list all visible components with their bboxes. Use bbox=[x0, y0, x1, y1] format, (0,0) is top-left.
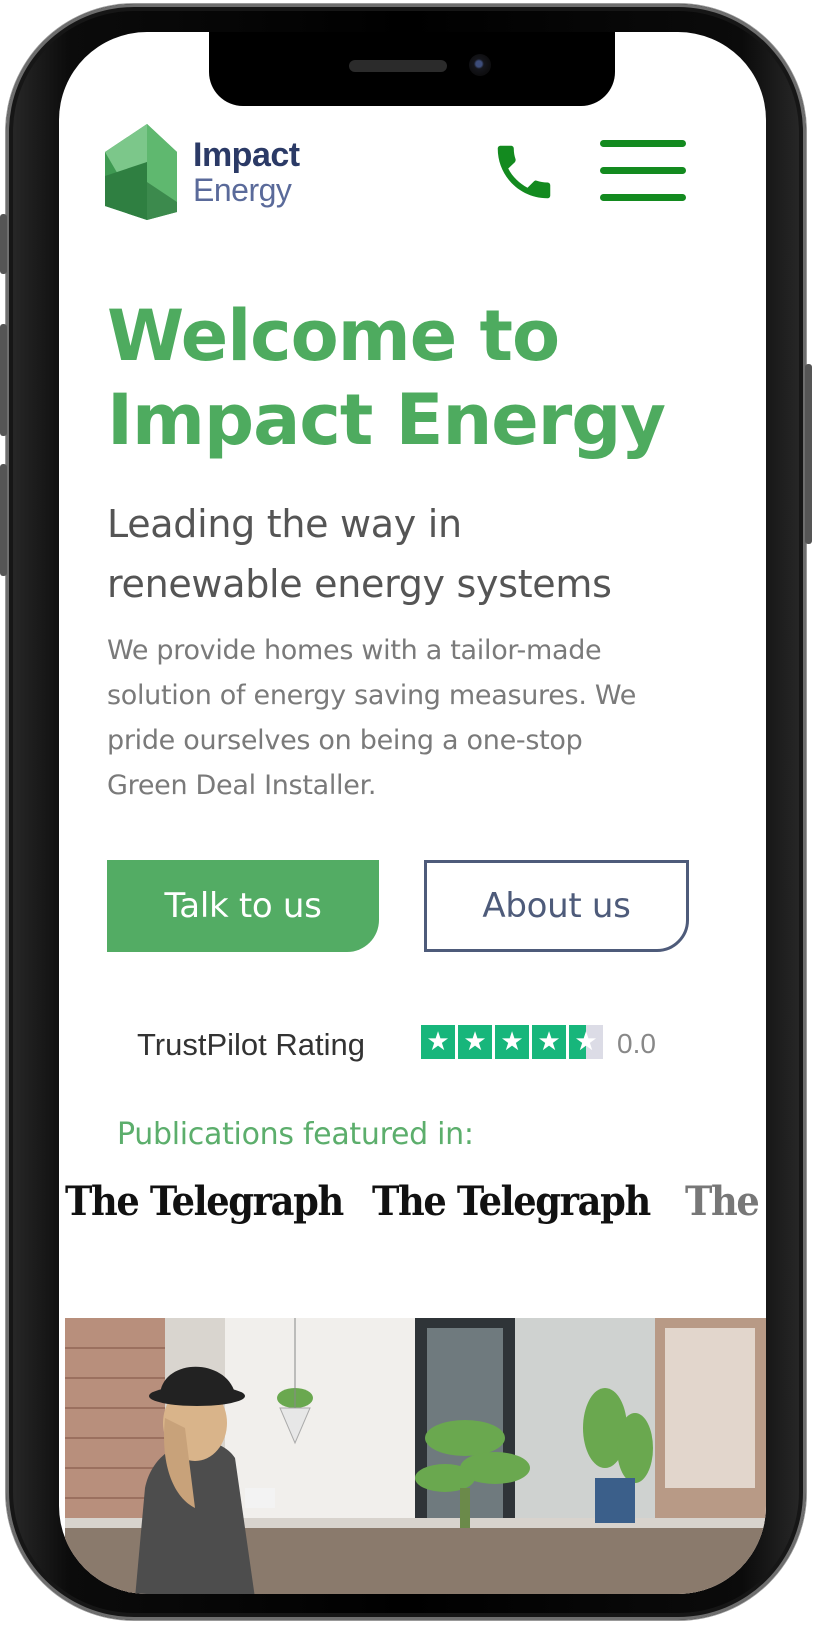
telegraph-logo: The Telegraph bbox=[65, 1178, 344, 1225]
hero-subtitle-line: renewable energy systems bbox=[107, 562, 612, 606]
hero-title-line: Welcome to bbox=[107, 295, 560, 377]
hero-description: We provide homes with a tailor-made solu… bbox=[107, 628, 727, 808]
publications-heading: Publications featured in: bbox=[117, 1117, 474, 1152]
star-icon: ★ bbox=[532, 1025, 566, 1059]
hero-title: Welcome to Impact Energy bbox=[107, 294, 747, 462]
house-logo-icon bbox=[105, 124, 177, 220]
front-camera bbox=[469, 54, 491, 76]
hero-description-line: We provide homes with a tailor-made bbox=[107, 635, 602, 666]
telegraph-logo: The Telegraph bbox=[685, 1178, 766, 1225]
hero-photo bbox=[65, 1318, 766, 1594]
about-us-button[interactable]: About us bbox=[424, 860, 689, 952]
star-half-icon: ★ bbox=[569, 1025, 603, 1059]
trustpilot-stars: ★ ★ ★ ★ ★ bbox=[421, 1025, 603, 1059]
hero-subtitle-line: Leading the way in bbox=[107, 502, 462, 546]
telegraph-logo: The Telegraph bbox=[372, 1178, 651, 1225]
logo-wordmark-energy: Energy bbox=[193, 172, 292, 208]
hero-description-line: pride ourselves on being a one-stop bbox=[107, 725, 583, 756]
hero-subtitle: Leading the way in renewable energy syst… bbox=[107, 494, 727, 614]
hero-title-line: Impact Energy bbox=[107, 379, 666, 461]
talk-to-us-button[interactable]: Talk to us bbox=[107, 860, 379, 952]
notch bbox=[209, 32, 615, 106]
trustpilot-rating[interactable]: TrustPilot Rating ★ ★ ★ ★ ★ 0.0 bbox=[137, 1025, 697, 1067]
trustpilot-score: 0.0 bbox=[617, 1028, 656, 1059]
trustpilot-label: TrustPilot Rating bbox=[137, 1027, 365, 1062]
star-icon: ★ bbox=[421, 1025, 455, 1059]
publications-carousel[interactable]: The Telegraph The Telegraph The Telegrap… bbox=[59, 1170, 766, 1240]
menu-button[interactable] bbox=[596, 140, 688, 204]
hero-description-line: solution of energy saving measures. We bbox=[107, 680, 637, 711]
volume-down-button bbox=[0, 464, 7, 576]
star-icon: ★ bbox=[458, 1025, 492, 1059]
hero-photo-illustration bbox=[65, 1318, 766, 1594]
power-button bbox=[805, 364, 812, 544]
logo-wordmark-impact: Impact bbox=[193, 136, 300, 174]
mute-switch bbox=[0, 214, 7, 274]
phone-icon bbox=[497, 145, 551, 199]
star-icon: ★ bbox=[495, 1025, 529, 1059]
screen: Impact Energy Welcome to Impact Energy L… bbox=[59, 32, 766, 1594]
speaker-grille bbox=[349, 60, 447, 72]
phone-frame: Impact Energy Welcome to Impact Energy L… bbox=[0, 4, 812, 1620]
volume-up-button bbox=[0, 324, 7, 436]
call-button[interactable] bbox=[489, 137, 559, 207]
site-logo[interactable]: Impact Energy bbox=[97, 122, 337, 222]
hero-description-line: Green Deal Installer. bbox=[107, 770, 377, 801]
